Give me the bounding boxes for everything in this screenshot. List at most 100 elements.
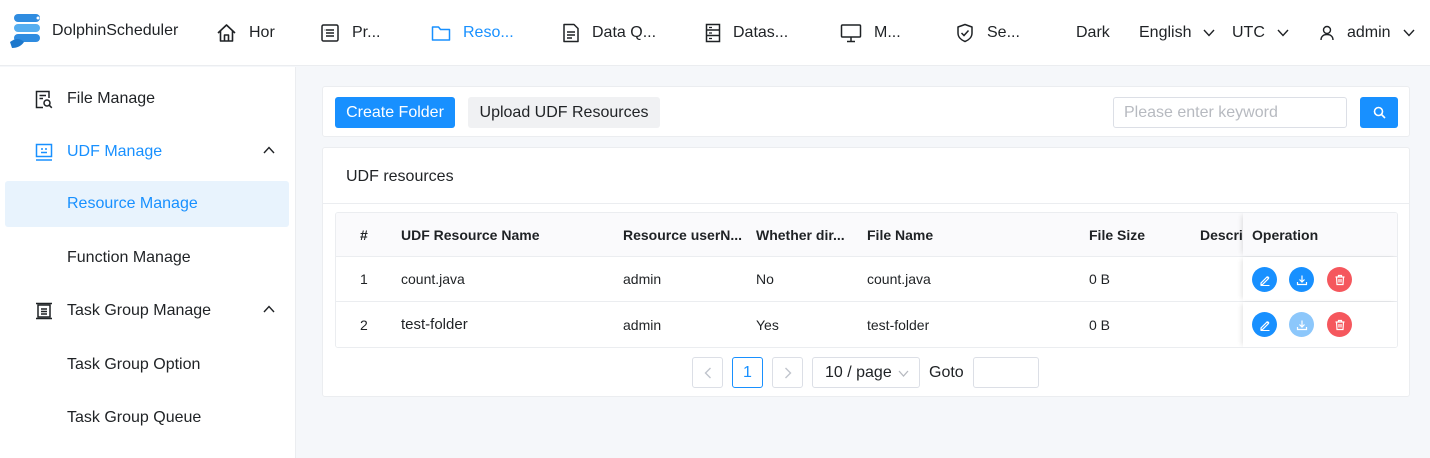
trash-icon	[1334, 274, 1346, 286]
search-icon	[1373, 106, 1386, 119]
chevron-up-icon	[263, 305, 275, 313]
column-header-user: Resource userN...	[623, 226, 743, 243]
table-row: 1 count.java admin No count.java 0 B	[336, 257, 1397, 302]
dolphin-logo-icon	[8, 12, 48, 50]
sidebar-item-task-group-queue[interactable]: Task Group Queue	[5, 395, 289, 441]
row-file-size: 0 B	[1089, 271, 1111, 287]
row-resource-name-link[interactable]: test-folder	[401, 302, 468, 347]
search-button[interactable]	[1360, 97, 1398, 128]
card-title: UDF resources	[346, 168, 454, 185]
nav-project-label: Pr...	[352, 24, 381, 41]
chevron-right-icon	[784, 367, 792, 379]
sidebar: File Manage UDF Manage Resource Manage F…	[0, 67, 296, 458]
chevron-left-icon	[704, 367, 712, 379]
sidebar-item-resource-manage[interactable]: Resource Manage	[5, 181, 289, 227]
sidebar-item-label: Function Manage	[67, 249, 191, 266]
column-header-description: Descrip	[1200, 226, 1243, 243]
row-index: 2	[360, 316, 368, 333]
sidebar-item-file-manage[interactable]: File Manage	[5, 76, 289, 122]
list-icon	[320, 23, 340, 43]
app-logo[interactable]: DolphinScheduler	[8, 12, 178, 50]
folder-icon	[431, 24, 451, 42]
table-header: # UDF Resource Name Resource userN... Wh…	[336, 213, 1397, 257]
theme-toggle[interactable]: Dark	[1076, 0, 1110, 66]
nav-datasource[interactable]: Datas...	[705, 0, 788, 66]
column-header-name: UDF Resource Name	[401, 226, 540, 243]
download-icon	[1296, 274, 1308, 286]
chevron-down-icon	[1277, 29, 1289, 37]
sidebar-item-udf-manage[interactable]: UDF Manage	[5, 129, 289, 175]
row-file-name: count.java	[867, 271, 931, 287]
udf-resources-card: UDF resources # UDF Resource Name Resour…	[322, 147, 1410, 397]
chevron-down-icon	[898, 370, 909, 377]
column-header-operation: Operation	[1252, 226, 1319, 243]
udf-resource-table: # UDF Resource Name Resource userN... Wh…	[335, 212, 1398, 348]
file-search-icon	[35, 90, 53, 109]
nav-datasource-label: Datas...	[733, 24, 789, 41]
timezone-dropdown[interactable]: UTC	[1232, 0, 1289, 66]
search-input[interactable]	[1113, 97, 1347, 128]
operation-column-header: Operation	[1243, 213, 1397, 256]
nav-monitor-label: M...	[874, 24, 901, 41]
sidebar-item-label: Task Group Queue	[67, 409, 202, 426]
nav-resources[interactable]: Reso...	[431, 0, 514, 66]
row-operations	[1243, 257, 1397, 301]
sidebar-item-function-manage[interactable]: Function Manage	[5, 235, 289, 281]
download-button-disabled	[1289, 312, 1314, 337]
edit-icon	[1259, 274, 1271, 286]
home-icon	[216, 23, 237, 43]
sidebar-item-task-group-manage[interactable]: Task Group Manage	[5, 288, 289, 334]
row-user: admin	[623, 316, 662, 333]
goto-label: Goto	[929, 364, 964, 381]
row-index: 1	[360, 271, 368, 287]
nav-data-quality[interactable]: Data Q...	[562, 0, 656, 66]
sidebar-item-label: UDF Manage	[67, 143, 163, 160]
top-navbar: DolphinScheduler Hor Pr... Reso... Data …	[0, 0, 1430, 66]
nav-security[interactable]: Se...	[955, 0, 1020, 66]
download-button[interactable]	[1289, 267, 1314, 292]
language-dropdown[interactable]: English	[1139, 0, 1216, 66]
divider	[323, 203, 1409, 204]
page-size-select[interactable]: 10 / page	[812, 357, 920, 388]
goto-page-input[interactable]	[973, 357, 1039, 388]
chevron-down-icon	[1203, 29, 1216, 37]
sidebar-item-task-group-option[interactable]: Task Group Option	[5, 342, 289, 388]
upload-udf-button[interactable]: Upload UDF Resources	[468, 97, 660, 128]
nav-monitor[interactable]: M...	[840, 0, 901, 66]
sidebar-item-label: Resource Manage	[67, 195, 198, 212]
download-icon	[1296, 319, 1308, 331]
page-size-label: 10 / page	[825, 363, 892, 381]
nav-data-quality-label: Data Q...	[592, 24, 657, 41]
chevron-up-icon	[263, 146, 275, 154]
prev-page-button[interactable]	[692, 357, 723, 388]
row-file-size: 0 B	[1089, 316, 1111, 333]
sidebar-item-label: Task Group Manage	[67, 302, 212, 319]
column-header-file-size: File Size	[1089, 226, 1146, 243]
edit-button[interactable]	[1252, 267, 1277, 292]
shield-icon	[955, 23, 975, 43]
trash-icon	[1334, 319, 1346, 331]
udf-icon	[35, 143, 53, 161]
row-user: admin	[623, 271, 662, 287]
document-check-icon	[562, 23, 580, 43]
table-row: 2 test-folder admin Yes test-folder 0 B	[336, 302, 1397, 347]
row-operations	[1243, 302, 1397, 347]
create-folder-button[interactable]: Create Folder	[335, 97, 455, 128]
nav-home[interactable]: Hor	[216, 0, 275, 66]
chevron-down-icon	[1403, 29, 1415, 37]
delete-button[interactable]	[1327, 312, 1352, 337]
sidebar-item-label: File Manage	[67, 90, 156, 107]
nav-project[interactable]: Pr...	[320, 0, 380, 66]
row-file-name: test-folder	[867, 316, 930, 333]
database-icon	[705, 23, 721, 43]
app-logo-text: DolphinScheduler	[52, 22, 179, 39]
page-button-current[interactable]: 1	[732, 357, 763, 388]
edit-button[interactable]	[1252, 312, 1277, 337]
user-icon	[1320, 25, 1334, 41]
nav-home-label: Hor	[249, 24, 275, 41]
language-label: English	[1139, 24, 1192, 41]
user-dropdown[interactable]: admin	[1320, 0, 1415, 66]
sidebar-item-label: Task Group Option	[67, 356, 201, 373]
next-page-button[interactable]	[772, 357, 803, 388]
delete-button[interactable]	[1327, 267, 1352, 292]
